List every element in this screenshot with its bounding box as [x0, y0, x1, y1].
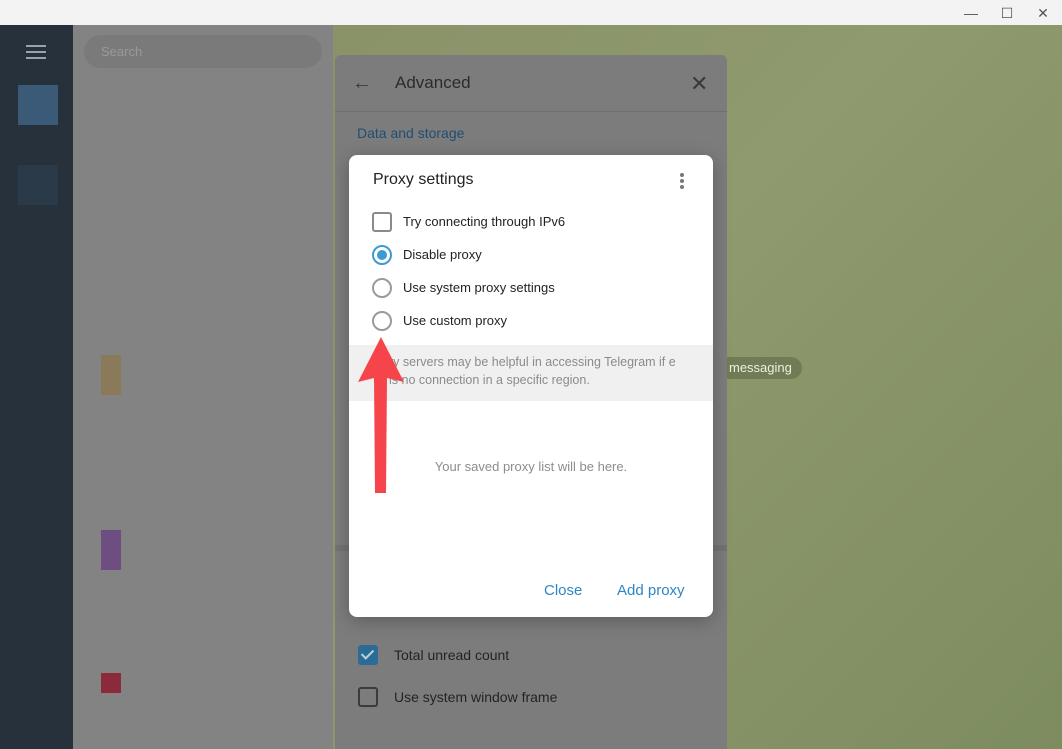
annotation-arrow-icon [358, 337, 404, 493]
